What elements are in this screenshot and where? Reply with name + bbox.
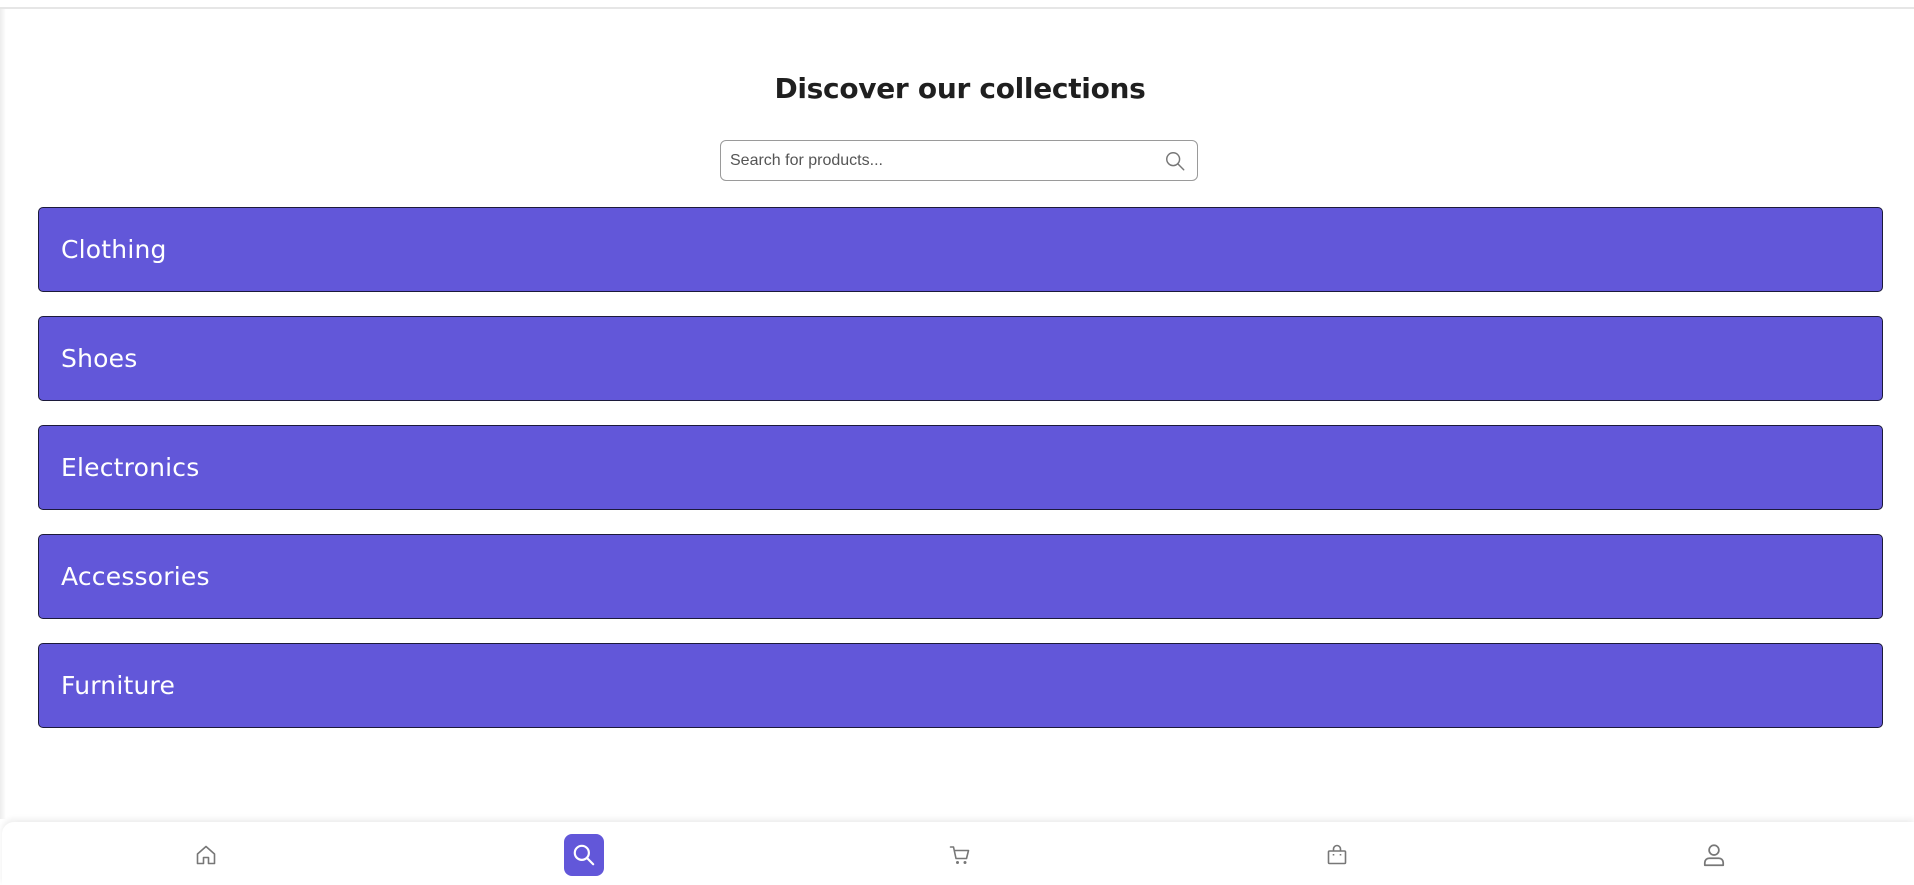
- category-label: Shoes: [61, 344, 138, 373]
- search-icon: [573, 844, 595, 866]
- category-label: Clothing: [61, 235, 167, 264]
- category-label: Accessories: [61, 562, 210, 591]
- page-title: Discover our collections: [774, 72, 1146, 105]
- nav-orders[interactable]: [1317, 834, 1357, 876]
- home-icon: [196, 845, 216, 865]
- shopping-bag-icon: [1327, 844, 1347, 865]
- left-edge-shadow: [0, 9, 6, 819]
- category-shoes[interactable]: Shoes: [38, 316, 1883, 401]
- user-icon: [1703, 844, 1725, 867]
- nav-profile[interactable]: [1694, 834, 1734, 876]
- category-furniture[interactable]: Furniture: [38, 643, 1883, 728]
- category-accessories[interactable]: Accessories: [38, 534, 1883, 619]
- search-bar: [720, 140, 1198, 181]
- category-list: Clothing Shoes Electronics Accessories F…: [38, 207, 1883, 752]
- bottom-navigation: [2, 822, 1914, 885]
- page: Discover our collections Clothing Shoes …: [0, 0, 1914, 885]
- cart-icon: [949, 846, 970, 864]
- search-input[interactable]: [730, 149, 1150, 173]
- category-label: Electronics: [61, 453, 200, 482]
- category-clothing[interactable]: Clothing: [38, 207, 1883, 292]
- category-electronics[interactable]: Electronics: [38, 425, 1883, 510]
- nav-search[interactable]: [564, 834, 604, 876]
- nav-cart[interactable]: [940, 834, 980, 876]
- search-icon[interactable]: [1164, 150, 1186, 172]
- nav-home[interactable]: [186, 834, 226, 876]
- category-label: Furniture: [61, 671, 176, 700]
- top-divider: [0, 7, 1914, 9]
